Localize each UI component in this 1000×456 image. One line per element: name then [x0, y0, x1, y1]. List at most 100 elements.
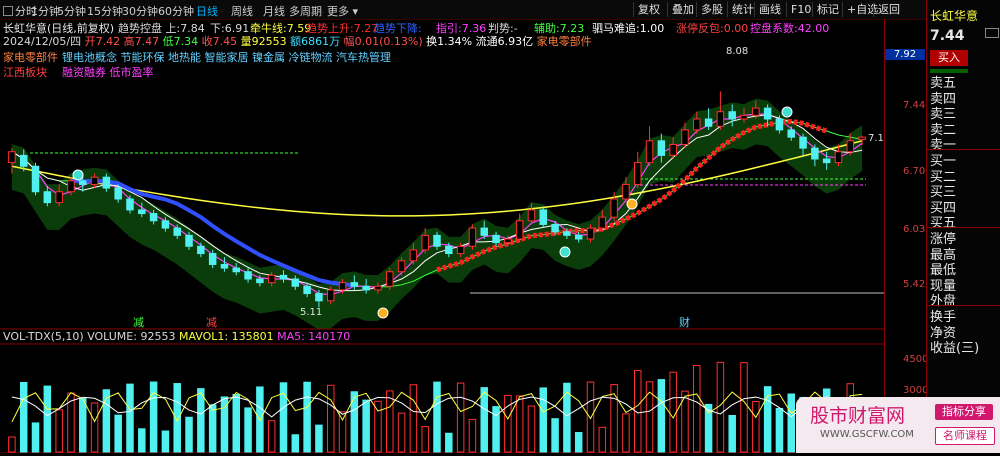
- candle-body: [598, 216, 607, 229]
- candle-body: [421, 234, 429, 251]
- candle-body: [303, 285, 311, 295]
- candle-body: [657, 140, 666, 156]
- period-label: 日线: [196, 5, 218, 18]
- candle-body: [338, 282, 347, 291]
- volume-bar: [208, 404, 217, 453]
- volume-bar: [409, 384, 418, 453]
- concept-tags-2[interactable]: 融资融券 低市盈率: [62, 64, 154, 80]
- tag-course-button[interactable]: 名师课程: [935, 427, 995, 445]
- period-tab-8[interactable]: 月线: [263, 3, 285, 19]
- volume-bar: [669, 371, 677, 453]
- volume-bar: [315, 424, 323, 453]
- volume-info: VOL-TDX(5,10) VOLUME: 92553 MAVOL1: 1358…: [3, 330, 350, 343]
- axis-label-2: 6.70: [903, 166, 926, 177]
- volume-bar: [126, 383, 134, 453]
- candle-body: [846, 140, 855, 153]
- right-annotation: 7.1: [868, 133, 884, 144]
- volume-bar: [397, 412, 406, 453]
- period-tab-1[interactable]: 1分钟: [31, 3, 60, 19]
- candle-body: [102, 176, 111, 189]
- candle-body: [775, 118, 784, 131]
- candle-body: [456, 245, 465, 255]
- candle-body: [586, 227, 595, 240]
- period-tab-2[interactable]: 5分钟: [57, 3, 86, 19]
- volume-bar: [787, 393, 795, 453]
- volume-bar: [551, 418, 559, 453]
- volume-bar: [504, 394, 512, 453]
- period-tab-10[interactable]: 更多 ▾: [327, 3, 358, 19]
- period-tab-3[interactable]: 15分钟: [87, 3, 123, 19]
- marker-wealth: 财: [679, 316, 690, 329]
- toolbar-button-8[interactable]: 返回: [873, 2, 904, 17]
- kline-chart[interactable]: [0, 19, 884, 454]
- candle-body: [197, 245, 205, 255]
- signal-marker-icon: [626, 198, 638, 210]
- bar-low: 低7.34: [162, 35, 199, 48]
- volume-bar: [728, 414, 736, 453]
- candle-body: [858, 136, 866, 140]
- volume-bar: [55, 409, 63, 453]
- candle-body: [149, 213, 158, 222]
- volume-bar: [114, 414, 122, 453]
- volume-bar: [468, 418, 477, 453]
- candle-body: [752, 107, 760, 116]
- candle-body: [539, 209, 548, 225]
- volume-bar: [326, 384, 335, 453]
- bar-close: 收7.45: [201, 35, 238, 48]
- signal-marker-icon: [377, 307, 389, 319]
- toolbar-button-4[interactable]: 画线: [754, 2, 785, 17]
- expand-icon[interactable]: [985, 28, 999, 38]
- candle-body: [551, 223, 559, 233]
- volume-bar: [433, 381, 441, 453]
- volume-bar: [338, 411, 347, 453]
- volume-bar: [598, 426, 607, 453]
- bar-amount: 额6861万: [290, 35, 341, 48]
- trend-band: [11, 98, 863, 330]
- tag-share-button[interactable]: 指标分享: [935, 404, 993, 420]
- toolbar-button-6[interactable]: 标记: [812, 2, 843, 17]
- candle-body: [740, 114, 748, 120]
- period-tab-5[interactable]: 60分钟: [158, 3, 194, 19]
- period-tab-4[interactable]: 30分钟: [122, 3, 158, 19]
- bar-date: 2024/12/05/四: [3, 35, 82, 48]
- period-toolbar: 分时 1分钟 5分钟 15分钟 30分钟 60分钟 日线 周线 月线 多周期 更多 ▾ 复权 叠加 多股统…: [0, 0, 1000, 20]
- volume-bar: [43, 385, 52, 453]
- candle-body: [244, 271, 252, 280]
- vol-indicator: VOL-TDX(5,10): [3, 330, 84, 343]
- buy-button[interactable]: 买入: [930, 50, 968, 66]
- toolbar-button-2[interactable]: 多股: [696, 2, 727, 17]
- volume-bar: [740, 362, 748, 453]
- candle-body: [669, 143, 677, 156]
- candle-body: [315, 293, 323, 302]
- candle-body: [610, 198, 618, 218]
- candle-body: [90, 176, 99, 185]
- period-tab-9[interactable]: 多周期: [289, 3, 322, 19]
- period-tab-6[interactable]: 日线: [196, 3, 218, 19]
- toolbar-button-5[interactable]: F10: [786, 2, 815, 17]
- candle-body: [8, 151, 16, 164]
- volume-bar: [386, 390, 394, 453]
- candle-body: [799, 136, 807, 149]
- quote-rows: 卖五 卖四 卖三 卖二 卖一 买一 买二 买三 买四 买五 涨停 最高 最低 现量 外盘 换手 净资 收益(三): [927, 72, 1000, 362]
- candle-body: [114, 187, 122, 200]
- toolbar-button-0[interactable]: 复权: [633, 2, 664, 17]
- concept-tags-1[interactable]: 锂电池概念 节能环保 地热能 智能家居 镍金属 冷链物流 汽车热管理: [62, 49, 391, 65]
- volume-bar: [622, 413, 630, 453]
- volume-bar: [90, 402, 99, 453]
- candle-body: [504, 238, 512, 244]
- candle-body: [220, 263, 229, 269]
- quote-row-17: 收益(三): [930, 341, 980, 357]
- candle-body: [19, 154, 28, 167]
- candle-body: [208, 253, 217, 265]
- candle-body: [480, 227, 488, 236]
- period-tab-7[interactable]: 周线: [231, 3, 253, 19]
- candle-body: [55, 191, 63, 204]
- candle-body: [291, 278, 300, 287]
- chart-canvas[interactable]: [0, 19, 884, 454]
- period-label: 更多: [327, 5, 349, 18]
- candle-body: [267, 274, 276, 284]
- concept-label-2: 江西板块: [3, 66, 47, 79]
- volume-bar: [421, 426, 429, 453]
- toolbar-button-1[interactable]: 叠加: [667, 2, 698, 17]
- candle-body: [79, 180, 87, 185]
